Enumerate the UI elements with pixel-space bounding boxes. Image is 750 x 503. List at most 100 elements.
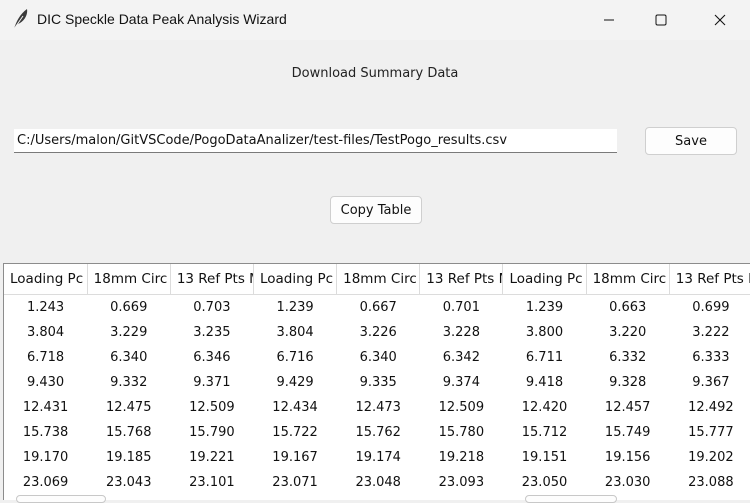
table-cell: 6.332 [609,349,647,365]
section-heading: Download Summary Data [291,66,459,81]
table-cell: 15.780 [438,424,485,440]
minimize-icon [604,19,614,21]
table-cell: 1.239 [525,299,564,315]
column-header[interactable]: 13 Ref Pts M [669,264,750,295]
table-cell: 15.777 [688,424,734,440]
window-title: DIC Speckle Data Peak Analysis Wizard [37,11,287,27]
table-cell: 6.340 [110,349,148,365]
table-cell: 19.218 [438,449,485,465]
table-cell: 12.457 [604,399,651,415]
maximize-button[interactable] [638,0,684,40]
table-cell: 6.333 [692,349,730,365]
feather-icon [13,9,28,30]
table-cell: 9.374 [442,374,480,390]
table-cell: 12.420 [521,399,568,415]
table-cell: 12.492 [688,399,734,415]
column-header[interactable]: Loading Pc [502,264,587,295]
table-cell: 0.667 [359,299,397,315]
table-row[interactable]: 23.069 23.043 23.101 23.071 23.048 23.09… [4,470,750,495]
table-cell: 6.346 [193,349,231,365]
table-cell: 19.156 [604,449,651,465]
table-cell: 12.509 [189,399,235,415]
table-cell: 3.804 [276,324,314,340]
table-cell: 19.202 [688,449,734,465]
table-cell: 3.800 [525,324,564,340]
table-cell: 15.712 [521,424,568,440]
table-cell: 23.069 [22,474,69,490]
maximize-icon [655,14,667,26]
column-header[interactable]: Loading Pc [4,264,88,295]
table-row[interactable]: 12.431 12.475 12.509 12.434 12.473 12.50… [4,395,750,420]
table-cell: 12.431 [22,399,69,415]
table-cell: 15.722 [272,424,318,440]
table-cell: 19.170 [22,449,69,465]
column-header[interactable]: Loading Pc [253,264,338,295]
table-cell: 6.340 [359,349,397,365]
table-cell: 12.473 [355,399,401,415]
table-cell: 23.093 [438,474,485,490]
table-row[interactable]: 19.170 19.185 19.221 19.167 19.174 19.21… [4,445,750,470]
table-cell: 23.048 [355,474,401,490]
table-cell: 12.509 [438,399,485,415]
close-button[interactable] [697,0,743,40]
table-cell: 6.711 [525,349,564,365]
table-cell: 23.030 [604,474,651,490]
table-row[interactable]: 15.738 15.768 15.790 15.722 15.762 15.78… [4,420,750,445]
results-table[interactable]: Loading Pc 18mm Circ 13 Ref Pts M Loadin… [3,263,750,500]
title-bar: DIC Speckle Data Peak Analysis Wizard [0,0,750,40]
minimize-button[interactable] [586,0,632,40]
column-header[interactable]: 18mm Circ [87,264,171,295]
table-cell: 12.475 [105,399,152,415]
table-cell: 23.101 [189,474,235,490]
table-cell: 15.768 [105,424,152,440]
table-cell: 9.335 [359,374,397,390]
table-cell: 3.229 [110,324,148,340]
table-cell: 1.239 [276,299,314,315]
column-header[interactable]: 13 Ref Pts M [419,264,504,295]
table-cell: 0.663 [609,299,647,315]
table-cell: 19.221 [189,449,235,465]
table-cell: 9.429 [276,374,314,390]
table-cell: 19.174 [355,449,401,465]
table-cell: 19.185 [105,449,152,465]
table-cell: 3.228 [442,324,480,340]
table-row[interactable]: 3.804 3.229 3.235 3.804 3.226 3.228 3.80… [4,320,750,345]
table-cell: 23.071 [272,474,318,490]
table-cell: 1.243 [26,299,65,315]
column-header[interactable]: 13 Ref Pts M [170,264,254,295]
table-cell: 0.669 [110,299,148,315]
table-cell: 0.699 [692,299,730,315]
table-row[interactable]: 1.243 0.669 0.703 1.239 0.667 0.701 1.23… [4,294,750,320]
table-header-row: Loading Pc 18mm Circ 13 Ref Pts M Loadin… [4,264,750,295]
table-cell: 9.367 [692,374,730,390]
table-cell: 9.430 [26,374,65,390]
file-path-input[interactable] [14,129,617,153]
column-header[interactable]: 18mm Circ [336,264,421,295]
bottom-left-button[interactable] [16,495,106,503]
copy-table-button[interactable]: Copy Table [330,196,422,224]
table-cell: 6.716 [276,349,314,365]
table-cell: 23.088 [688,474,734,490]
table-cell: 9.371 [193,374,231,390]
table-cell: 15.749 [604,424,651,440]
table-cell: 19.167 [272,449,318,465]
save-button[interactable]: Save [645,127,737,155]
table-cell: 3.222 [692,324,730,340]
table-cell: 15.762 [355,424,401,440]
bottom-right-button[interactable] [525,495,617,503]
table-cell: 3.804 [26,324,65,340]
table-cell: 3.220 [609,324,647,340]
table-cell: 12.434 [272,399,318,415]
table-cell: 3.235 [193,324,231,340]
table-cell: 9.328 [609,374,647,390]
table-cell: 23.043 [105,474,152,490]
table-cell: 23.050 [521,474,568,490]
table-cell: 19.151 [521,449,568,465]
table-row[interactable]: 6.718 6.340 6.346 6.716 6.340 6.342 6.71… [4,345,750,370]
table-cell: 6.718 [26,349,65,365]
column-header[interactable]: 18mm Circ [586,264,670,295]
table-row[interactable]: 9.430 9.332 9.371 9.429 9.335 9.374 9.41… [4,370,750,395]
table-cell: 9.418 [525,374,564,390]
table-cell: 0.701 [442,299,480,315]
table-cell: 9.332 [110,374,148,390]
